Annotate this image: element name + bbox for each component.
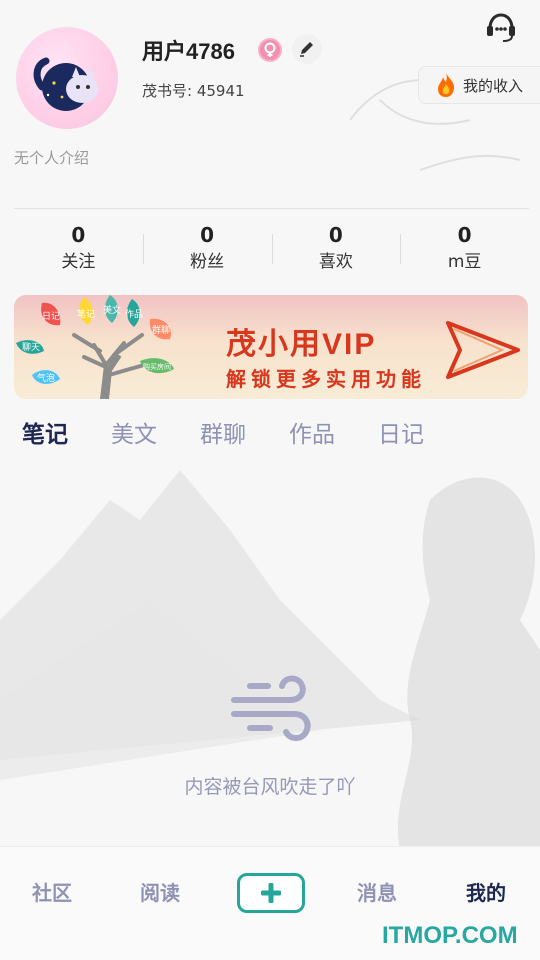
avatar[interactable]	[16, 27, 118, 129]
user-id: 茂书号: 45941	[142, 82, 245, 100]
wind-icon	[231, 675, 311, 741]
my-income-label: 我的收入	[463, 76, 524, 95]
stat-label: m豆	[447, 252, 482, 272]
stat-label: 关注	[61, 252, 96, 272]
stat-label: 喜欢	[318, 252, 353, 272]
nav-me[interactable]: 我的	[466, 877, 506, 906]
add-post-button[interactable]	[237, 873, 305, 913]
stat-value: 0	[328, 223, 343, 247]
nav-community[interactable]: 社区	[32, 877, 72, 906]
edit-profile-button[interactable]	[292, 34, 322, 64]
vip-banner[interactable]: 日记 笔记 美文 作品 群聊 聊天 气泡 购买房间 茂小用VIP 解锁更多实用功…	[14, 295, 528, 399]
my-income-button[interactable]: 我的收入	[418, 66, 540, 104]
nav-reading[interactable]: 阅读	[140, 877, 180, 906]
stat-value: 0	[71, 223, 86, 247]
customer-support-button[interactable]	[482, 8, 520, 46]
stat-followers[interactable]: 0 粉丝	[142, 222, 272, 278]
pencil-icon	[300, 42, 313, 57]
plus-icon	[261, 883, 281, 903]
divider	[14, 208, 529, 209]
tree-label: 气泡	[37, 372, 55, 384]
tree-illustration: 日记 笔记 美文 作品 群聊 聊天 气泡 购买房间	[16, 295, 174, 399]
empty-state-text: 内容被台风吹走了吖	[184, 776, 356, 798]
headset-icon	[487, 13, 515, 42]
tab-works[interactable]: 作品	[289, 418, 335, 452]
tree-label: 美文	[103, 304, 121, 316]
stat-m-beans[interactable]: 0 m豆	[400, 222, 529, 278]
vip-title: 茂小用VIP	[226, 328, 377, 361]
ink-painting-background	[0, 79, 540, 850]
vip-subtitle: 解锁更多实用功能	[226, 367, 426, 391]
profile-bio: 无个人介绍	[14, 149, 90, 167]
arrow-right-icon	[446, 321, 520, 379]
username: 用户4786	[142, 39, 235, 64]
stat-likes[interactable]: 0 喜欢	[271, 222, 401, 278]
stat-following[interactable]: 0 关注	[14, 222, 143, 278]
tab-notes[interactable]: 笔记	[22, 418, 68, 452]
tree-label: 聊天	[22, 341, 40, 353]
stat-value: 0	[457, 223, 472, 247]
tree-label: 购买房间	[143, 362, 171, 371]
watermark: ITMOP.COM	[382, 922, 518, 949]
flame-icon	[438, 73, 455, 97]
cat-avatar-illustration	[33, 57, 98, 111]
tree-label: 笔记	[77, 308, 95, 320]
female-badge-icon	[258, 38, 282, 62]
profile-page: 用户4786 茂书号: 45941 我的收入 无个人介绍 0 关注 0 粉丝 0…	[0, 0, 540, 960]
stat-label: 粉丝	[190, 252, 225, 272]
nav-messages[interactable]: 消息	[357, 877, 397, 906]
tree-label: 群聊	[152, 324, 170, 336]
tab-essays[interactable]: 美文	[111, 418, 157, 452]
tree-label: 日记	[42, 311, 60, 322]
tab-group-chat[interactable]: 群聊	[200, 418, 246, 452]
content-tabs: 笔记 美文 群聊 作品 日记	[22, 418, 467, 452]
tree-label: 作品	[125, 308, 143, 320]
stat-value: 0	[200, 223, 215, 247]
stats-row: 0 关注 0 粉丝 0 喜欢 0 m豆	[14, 222, 529, 278]
tab-diary[interactable]: 日记	[378, 418, 424, 452]
